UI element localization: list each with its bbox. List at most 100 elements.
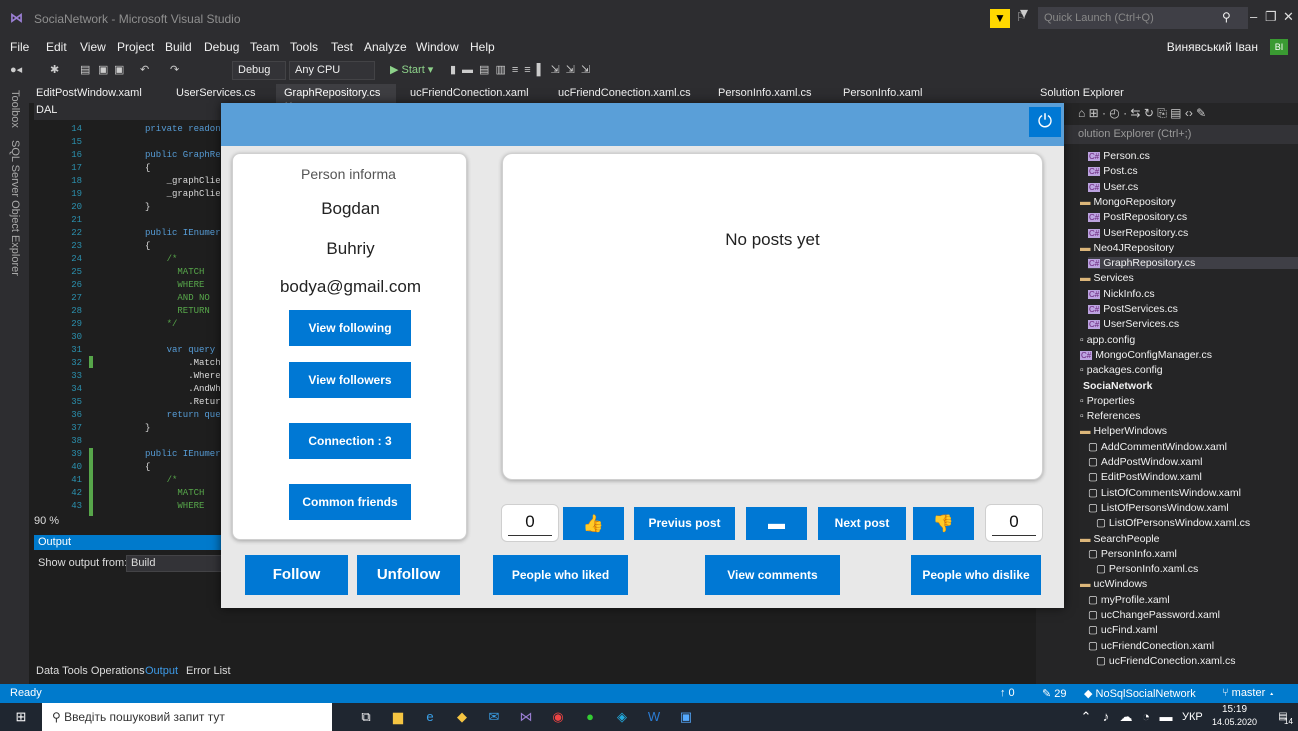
code-line[interactable]: } [145, 423, 150, 433]
solution-item[interactable]: ▫ References [1080, 410, 1140, 422]
network-icon[interactable]: ◔ [1138, 709, 1154, 725]
quick-launch-input[interactable]: Quick Launch (Ctrl+Q) [1038, 7, 1248, 29]
solution-item[interactable]: ▢ EditPostWindow.xaml [1088, 471, 1202, 483]
minimize-icon[interactable]: – [1250, 9, 1257, 24]
code-line[interactable]: public IEnumer [145, 228, 221, 238]
solution-item[interactable]: ▢ AddPostWindow.xaml [1088, 456, 1202, 468]
cloud-icon[interactable]: ☁ [1118, 709, 1134, 725]
solution-item[interactable]: C# User.cs [1088, 181, 1138, 193]
taskbar-search[interactable]: ⚲ Введіть пошуковий запит тут [42, 703, 332, 731]
avatar[interactable]: ВІ [1270, 39, 1288, 55]
solution-item[interactable]: ▬ Neo4JRepository [1080, 242, 1174, 254]
configuration-select[interactable]: Debug [232, 61, 286, 80]
code-line[interactable]: MATCH [145, 267, 204, 277]
start-button[interactable]: ▶ Start ▾ [390, 63, 433, 76]
solution-item[interactable]: C# Post.cs [1088, 165, 1138, 177]
solution-item[interactable]: ▢ ucFriendConection.xaml [1088, 640, 1214, 652]
view-following-button[interactable]: View following [289, 310, 411, 346]
code-line[interactable]: WHERE [145, 501, 204, 511]
code-line[interactable]: { [145, 163, 150, 173]
solution-item[interactable]: ▢ ucFind.xaml [1088, 624, 1158, 636]
tab-personinfo[interactable]: PersonInfo.xaml [843, 87, 922, 99]
menu-view[interactable]: View [80, 40, 106, 54]
code-line[interactable]: { [145, 462, 150, 472]
undo-icon[interactable]: ↶ [140, 63, 149, 76]
code-line[interactable]: { [145, 241, 150, 251]
task-view-icon[interactable]: ⧉ [358, 709, 374, 725]
menu-window[interactable]: Window [416, 40, 459, 54]
sql-explorer-tab[interactable]: SQL Server Object Explorer [9, 140, 21, 276]
next-post-button[interactable]: Next post [818, 507, 906, 540]
tab-ucfriendconection[interactable]: ucFriendConection.xaml [410, 87, 529, 99]
menu-file[interactable]: File [10, 40, 29, 54]
taskbar-search-input[interactable]: Введіть пошуковий запит тут [64, 710, 225, 724]
code-line[interactable]: return que [145, 410, 221, 420]
menu-analyze[interactable]: Analyze [364, 40, 407, 54]
tab-personinfo-cs[interactable]: PersonInfo.xaml.cs [718, 87, 812, 99]
solution-toolbar-icons[interactable]: ⌂ ⊞ · ◴ · ⇆ ↻ ⎘ ▤ ‹› ✎ [1078, 106, 1206, 121]
menu-project[interactable]: Project [117, 40, 154, 54]
navigate-back-icon[interactable]: ●◂ [10, 63, 22, 76]
tab-data-tools[interactable]: Data Tools Operations [36, 665, 145, 677]
code-line[interactable]: WHERE [145, 280, 204, 290]
previous-post-button[interactable]: Previus post [634, 507, 735, 540]
solution-item[interactable]: C# MongoConfigManager.cs [1080, 349, 1212, 361]
unfollow-button[interactable]: Unfollow [357, 555, 460, 595]
code-line[interactable]: public IEnumer [145, 449, 221, 459]
clock-date[interactable]: 14.05.2020 [1212, 717, 1257, 727]
view-comments-button[interactable]: View comments [705, 555, 840, 595]
solution-item[interactable]: ▬ SearchPeople [1080, 533, 1159, 545]
menu-tools[interactable]: Tools [290, 40, 318, 54]
menu-test[interactable]: Test [331, 40, 353, 54]
menu-debug[interactable]: Debug [204, 40, 239, 54]
status-branch[interactable]: ⑂ master ▴ [1222, 687, 1275, 699]
mail-icon[interactable]: ✉ [486, 709, 502, 725]
power-icon[interactable]: ⏻ [1029, 107, 1061, 137]
menu-build[interactable]: Build [165, 40, 192, 54]
code-line[interactable]: } [145, 202, 150, 212]
status-pending-pushes[interactable]: ↑ 0 [1000, 687, 1015, 699]
status-repository[interactable]: ◆ NoSqlSocialNetwork [1084, 687, 1196, 700]
follow-button[interactable]: Follow [245, 555, 348, 595]
file-explorer-icon[interactable]: ▆ [390, 709, 406, 725]
code-line[interactable]: /* [145, 475, 178, 485]
code-line[interactable]: AND NO [145, 293, 209, 303]
tab-graphrepository[interactable]: GraphRepository.cs ✕ [276, 84, 396, 112]
notification-flag-icon[interactable]: ▼ [990, 9, 1010, 28]
debug-tools-icon[interactable]: ▮▬▤▥≡≡▌⇲⇲⇲ [450, 63, 596, 76]
clock-time[interactable]: 15:19 [1222, 704, 1247, 715]
open-file-icon[interactable]: ▤ [80, 63, 90, 76]
solution-item[interactable]: C# PostServices.cs [1088, 303, 1178, 315]
platform-select[interactable]: Any CPU [289, 61, 375, 80]
status-pending-changes[interactable]: ✎ 29 [1042, 687, 1067, 700]
save-all-icon[interactable]: ▣ [114, 63, 124, 76]
dislike-icon[interactable]: 👎 [913, 507, 974, 540]
code-line[interactable]: private readon [145, 124, 221, 134]
code-line[interactable]: _graphClie [145, 176, 221, 186]
tab-error-list[interactable]: Error List [186, 665, 231, 677]
solution-item[interactable]: ▢ PersonInfo.xaml [1088, 548, 1177, 560]
zoom-level[interactable]: 90 % [34, 515, 59, 527]
solution-item[interactable]: ▬ HelperWindows [1080, 425, 1167, 437]
solution-item[interactable]: C# UserRepository.cs [1088, 227, 1188, 239]
solution-item[interactable]: ▢ ucFriendConection.xaml.cs [1096, 655, 1236, 667]
solution-item[interactable]: ▢ ListOfPersonsWindow.xaml [1088, 502, 1229, 514]
solution-item[interactable]: ▫ Properties [1080, 395, 1135, 407]
code-line[interactable]: RETURN [145, 306, 209, 316]
solution-item[interactable]: SociaNetwork [1080, 380, 1152, 392]
restore-icon[interactable]: ❐ [1265, 9, 1277, 25]
tab-editpostwindow[interactable]: EditPostWindow.xaml [36, 87, 142, 99]
like-icon[interactable]: 👍 [563, 507, 624, 540]
close-icon[interactable]: ✕ [1283, 9, 1294, 25]
menu-help[interactable]: Help [470, 40, 495, 54]
toolbox-tab[interactable]: Toolbox [9, 90, 21, 128]
solution-item[interactable]: C# Person.cs [1088, 150, 1150, 162]
code-line[interactable]: public GraphRe [145, 150, 221, 160]
menu-team[interactable]: Team [250, 40, 279, 54]
tray-icons[interactable]: ⌃ [1078, 709, 1094, 725]
solution-search-input[interactable]: olution Explorer (Ctrl+;) [1036, 125, 1298, 144]
solution-item[interactable]: ▫ packages.config [1080, 364, 1163, 376]
new-project-icon[interactable]: ✱ [50, 63, 59, 76]
menu-edit[interactable]: Edit [46, 40, 67, 54]
solution-item[interactable]: ▢ ListOfPersonsWindow.xaml.cs [1096, 517, 1250, 529]
